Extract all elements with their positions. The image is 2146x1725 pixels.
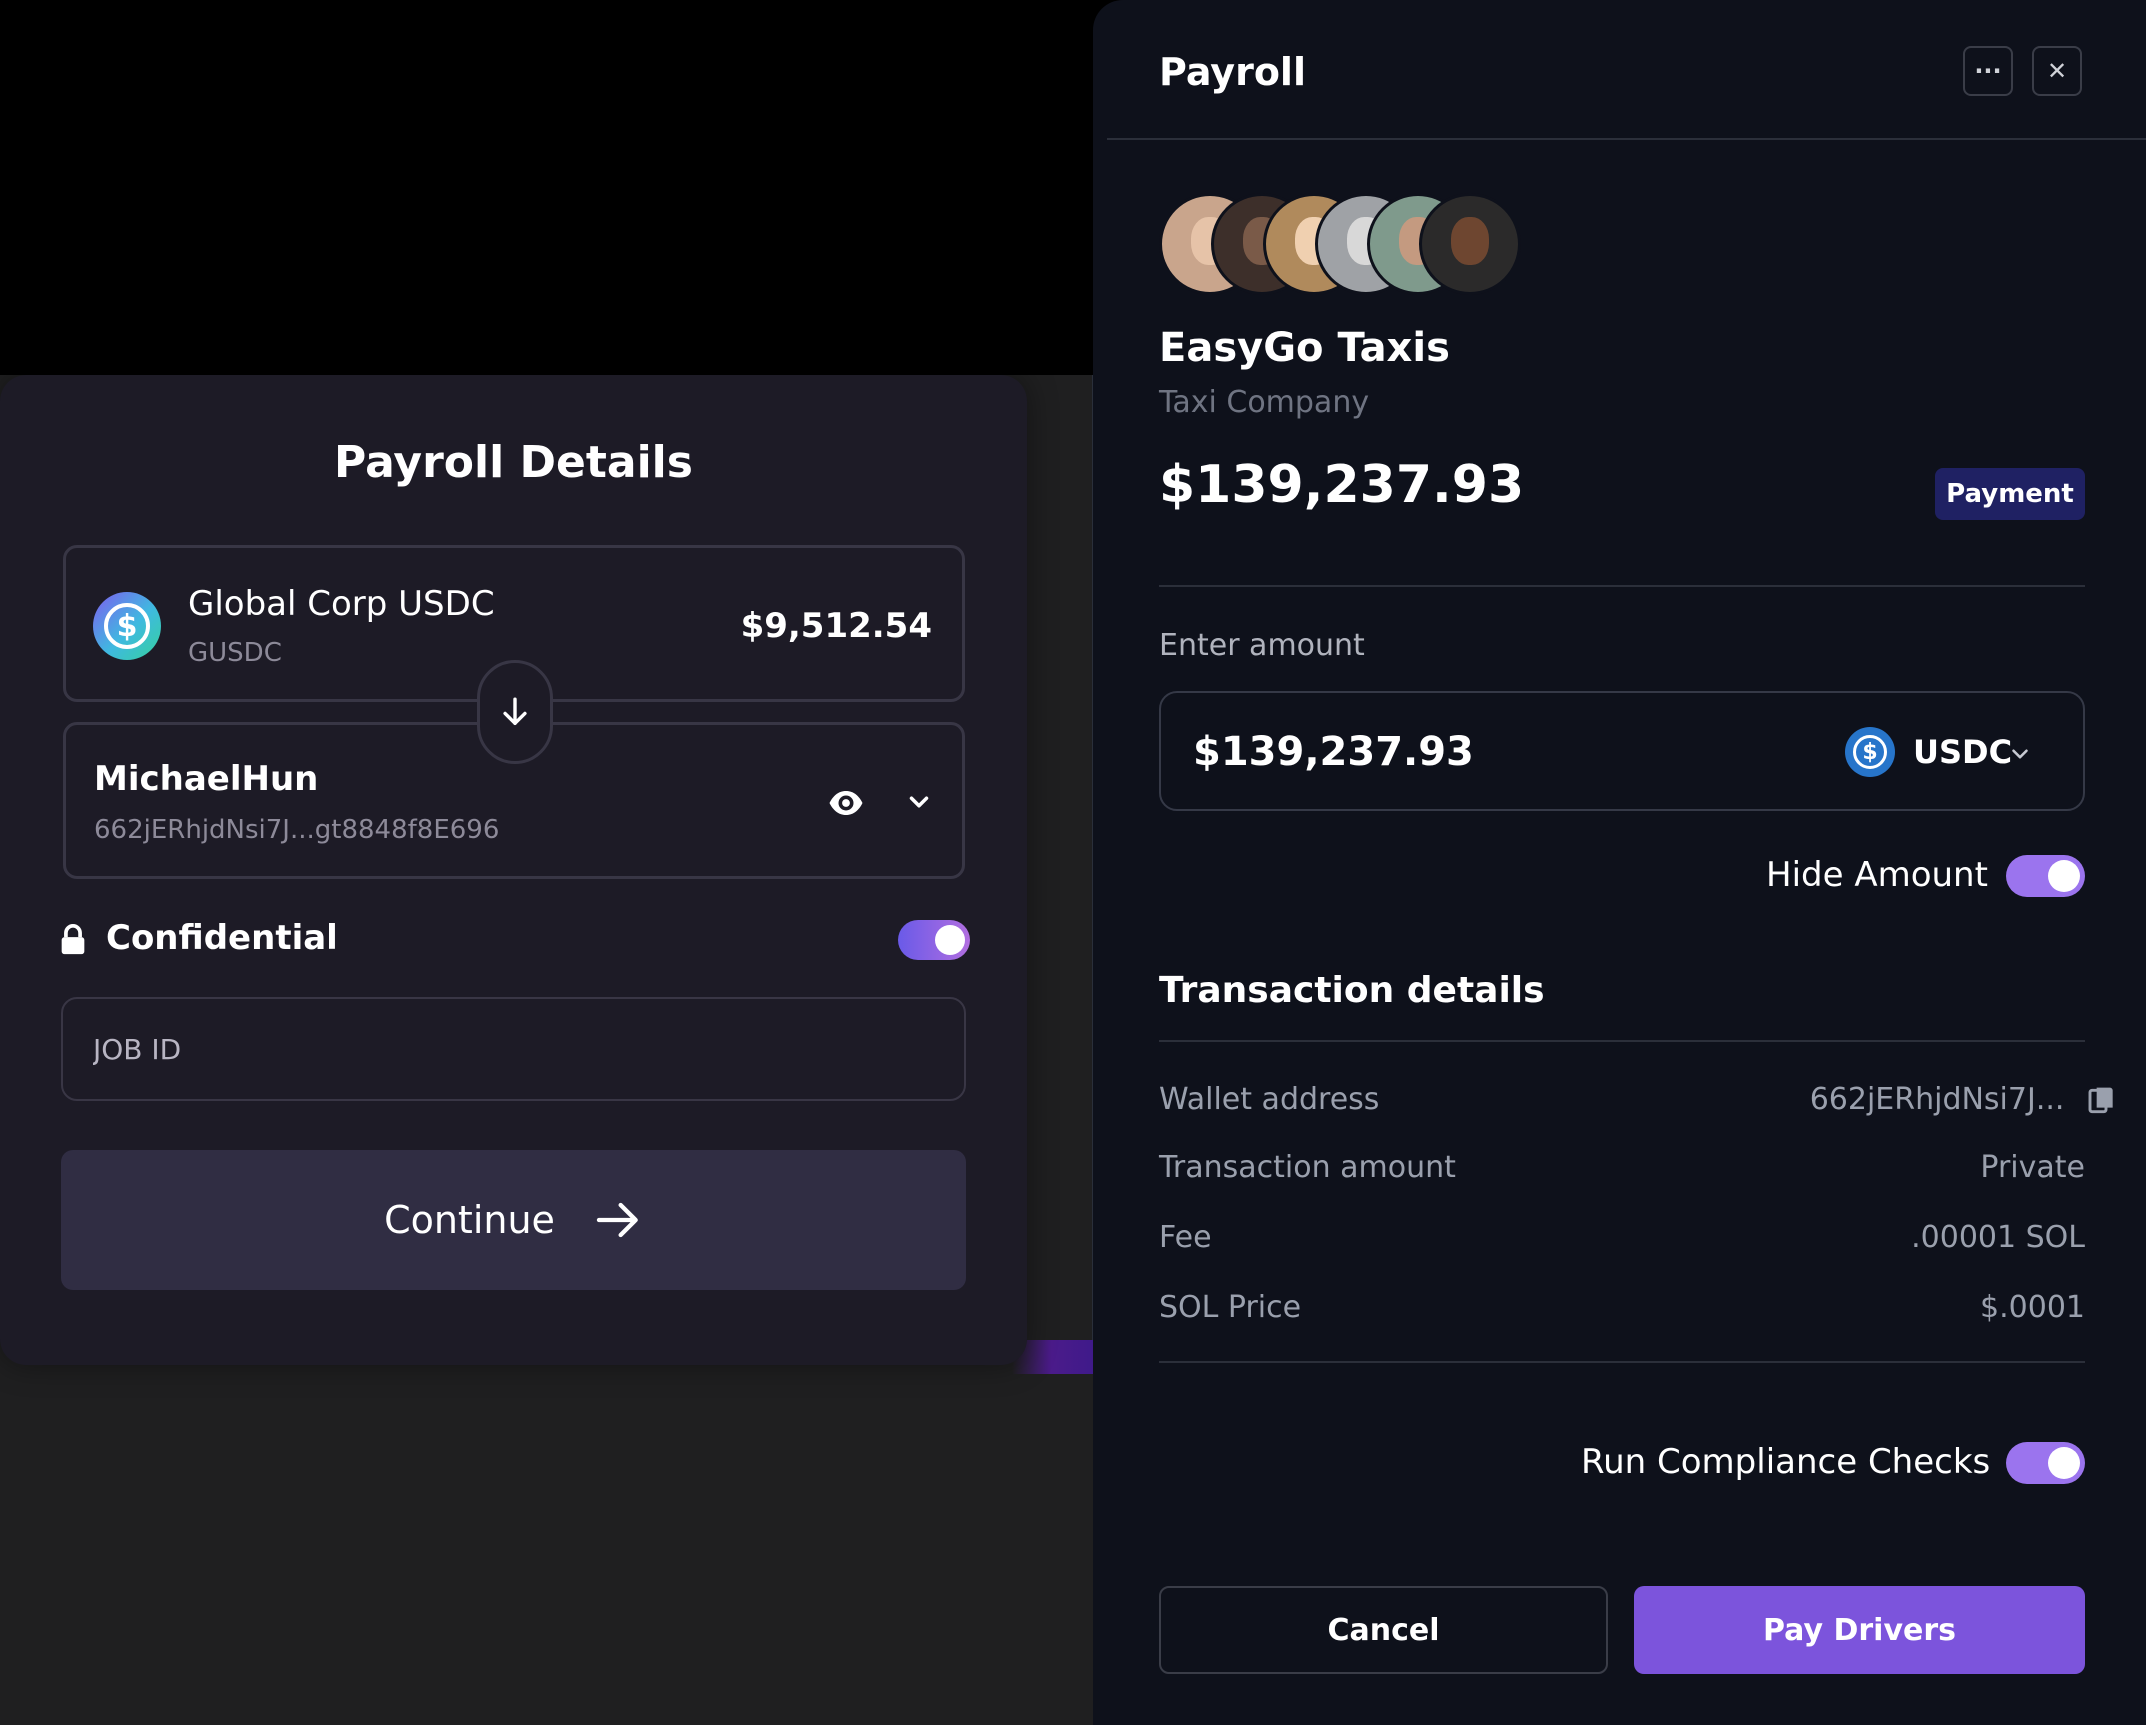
payment-badge: Payment (1935, 468, 2085, 520)
continue-button[interactable]: Continue (61, 1150, 966, 1290)
token-symbol: GUSDC (188, 638, 282, 668)
continue-label: Continue (384, 1198, 555, 1242)
arrow-down-icon (503, 697, 527, 726)
amount-input[interactable]: $139,237.93 $ USDC (1159, 691, 2085, 811)
card-title: Payroll Details (334, 437, 693, 488)
compliance-toggle[interactable] (2006, 1442, 2085, 1484)
header-divider (1107, 138, 2146, 140)
section-divider (1159, 585, 2085, 587)
amount-value: $139,237.93 (1193, 729, 1474, 775)
cancel-button[interactable]: Cancel (1159, 1586, 1608, 1674)
token-name: Global Corp USDC (188, 584, 495, 624)
sol-price-label: SOL Price (1159, 1290, 1302, 1325)
close-icon: ✕ (2046, 57, 2068, 85)
close-button[interactable]: ✕ (2032, 46, 2082, 96)
wallet-address-label: Wallet address (1159, 1082, 1380, 1117)
transaction-details-title: Transaction details (1159, 970, 1545, 1011)
panel-title: Payroll (1159, 50, 1306, 94)
job-id-input[interactable] (61, 997, 966, 1101)
hide-amount-label: Hide Amount (1766, 855, 1988, 895)
chevron-down-icon[interactable] (2007, 741, 2033, 767)
usdc-icon: $ (1845, 727, 1895, 777)
payroll-details-card: Payroll Details $ Global Corp USDC GUSDC… (0, 375, 1027, 1365)
compliance-label: Run Compliance Checks (1581, 1442, 1991, 1482)
lock-icon (61, 924, 85, 955)
company-name: EasyGo Taxis (1159, 325, 1450, 371)
wallet-address-value: 662jERhjdNsi7J... (1810, 1082, 2132, 1117)
sol-price-value: $.0001 (1980, 1290, 2085, 1325)
payroll-panel: Payroll ··· ✕ EasyGo Taxis Taxi Company … (1093, 0, 2146, 1725)
currency-label[interactable]: USDC (1913, 733, 2012, 771)
swap-direction-button[interactable] (477, 660, 553, 764)
fee-label: Fee (1159, 1220, 1212, 1255)
transaction-amount-value: Private (1980, 1150, 2085, 1185)
total-amount: $139,237.93 (1159, 455, 1525, 515)
usdc-icon: $ (93, 592, 161, 660)
chevron-down-icon[interactable] (904, 787, 934, 817)
wallet-address-text: 662jERhjdNsi7J... (1809, 1082, 2065, 1117)
pay-drivers-button[interactable]: Pay Drivers (1634, 1586, 2085, 1674)
recipient-name: MichaelHun (94, 759, 319, 799)
token-balance: $9,512.54 (740, 606, 932, 646)
copy-icon[interactable] (2088, 1085, 2116, 1117)
fee-value: .00001 SOL (1911, 1220, 2085, 1255)
avatar-group (1159, 193, 1539, 299)
section-divider (1159, 1361, 2085, 1363)
recipient-address: 662jERhjdNsi7J...gt8848f8E696 (94, 815, 500, 845)
enter-amount-label: Enter amount (1159, 628, 1365, 663)
arrow-right-icon (596, 1202, 638, 1238)
more-options-button[interactable]: ··· (1963, 46, 2013, 96)
eye-icon[interactable] (828, 785, 864, 821)
transaction-amount-label: Transaction amount (1159, 1150, 1456, 1185)
section-divider (1159, 1040, 2085, 1042)
company-type: Taxi Company (1159, 385, 1370, 420)
confidential-label: Confidential (106, 918, 338, 958)
avatar (1419, 193, 1521, 295)
confidential-toggle[interactable] (898, 920, 970, 960)
more-icon: ··· (1974, 57, 2002, 85)
hide-amount-toggle[interactable] (2006, 855, 2085, 897)
